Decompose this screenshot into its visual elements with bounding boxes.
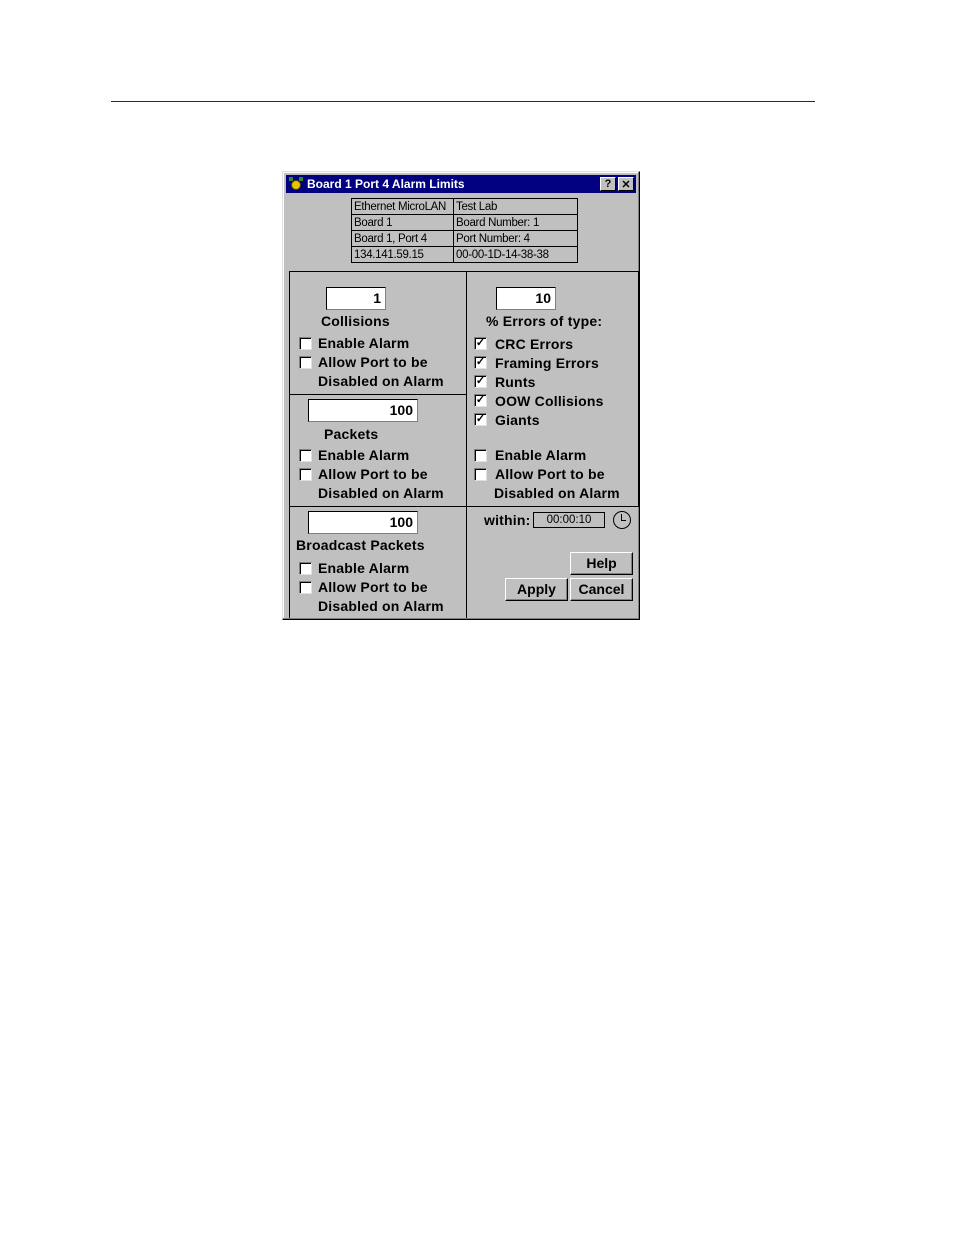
table-row: Ethernet MicroLAN Test Lab	[351, 198, 578, 215]
collisions-enable-alarm-label: Enable Alarm	[318, 335, 410, 351]
packets-threshold-input[interactable]: 100	[308, 399, 418, 422]
oow-collisions-label: OOW Collisions	[495, 393, 604, 409]
port-name: Board 1, Port 4	[351, 230, 454, 247]
runts-label: Runts	[495, 374, 536, 390]
page-header-rule	[111, 101, 815, 102]
board-number: Board Number: 1	[453, 214, 578, 231]
context-help-button[interactable]: ?	[600, 177, 616, 191]
packets-allow-disable-label-2: Disabled on Alarm	[318, 485, 444, 501]
broadcast-panel: 100 Broadcast Packets Enable Alarm Allow…	[289, 506, 467, 618]
collisions-allow-disable-label: Allow Port to be	[318, 354, 428, 370]
port-number: Port Number: 4	[453, 230, 578, 247]
packets-label: Packets	[324, 426, 379, 442]
broadcast-allow-disable-label-2: Disabled on Alarm	[318, 598, 444, 614]
collisions-panel: 1 Collisions Enable Alarm Allow Port to …	[289, 271, 467, 395]
device-type: Ethernet MicroLAN	[351, 198, 454, 215]
clock-icon[interactable]	[613, 511, 631, 529]
table-row: Board 1, Port 4 Port Number: 4	[351, 230, 578, 247]
crc-errors-checkbox[interactable]: ✓	[474, 337, 487, 350]
collisions-enable-alarm-checkbox[interactable]	[299, 337, 312, 350]
broadcast-label: Broadcast Packets	[296, 537, 425, 553]
runts-checkbox[interactable]: ✓	[474, 375, 487, 388]
within-label: within:	[484, 512, 531, 528]
broadcast-allow-disable-label: Allow Port to be	[318, 579, 428, 595]
ip-address: 134.141.59.15	[351, 246, 454, 263]
errors-allow-disable-label-2: Disabled on Alarm	[494, 485, 620, 501]
packets-panel: 100 Packets Enable Alarm Allow Port to b…	[289, 394, 467, 507]
giants-checkbox[interactable]: ✓	[474, 413, 487, 426]
oow-collisions-checkbox[interactable]: ✓	[474, 394, 487, 407]
collisions-allow-disable-checkbox[interactable]	[299, 356, 312, 369]
packets-allow-disable-checkbox[interactable]	[299, 468, 312, 481]
title-bar[interactable]: Board 1 Port 4 Alarm Limits ? ✕	[286, 175, 636, 193]
broadcast-enable-alarm-checkbox[interactable]	[299, 562, 312, 575]
help-button[interactable]: Help	[570, 552, 633, 575]
collisions-label: Collisions	[321, 313, 390, 329]
apply-button[interactable]: Apply	[505, 578, 568, 601]
framing-errors-label: Framing Errors	[495, 355, 599, 371]
errors-allow-disable-label: Allow Port to be	[495, 466, 605, 482]
device-info-table: Ethernet MicroLAN Test Lab Board 1 Board…	[351, 198, 578, 263]
framing-errors-checkbox[interactable]: ✓	[474, 356, 487, 369]
broadcast-threshold-input[interactable]: 100	[308, 511, 418, 534]
errors-enable-alarm-checkbox[interactable]	[474, 449, 487, 462]
giants-label: Giants	[495, 412, 540, 428]
errors-enable-alarm-label: Enable Alarm	[495, 447, 587, 463]
errors-label: % Errors of type:	[486, 313, 603, 329]
table-row: Board 1 Board Number: 1	[351, 214, 578, 231]
cancel-button[interactable]: Cancel	[570, 578, 633, 601]
errors-allow-disable-checkbox[interactable]	[474, 468, 487, 481]
errors-threshold-input[interactable]: 10	[496, 287, 556, 310]
packets-enable-alarm-checkbox[interactable]	[299, 449, 312, 462]
close-button[interactable]: ✕	[618, 177, 634, 191]
board-name: Board 1	[351, 214, 454, 231]
collisions-allow-disable-label-2: Disabled on Alarm	[318, 373, 444, 389]
broadcast-enable-alarm-label: Enable Alarm	[318, 560, 410, 576]
packets-enable-alarm-label: Enable Alarm	[318, 447, 410, 463]
device-location: Test Lab	[453, 198, 578, 215]
window-title: Board 1 Port 4 Alarm Limits	[307, 177, 465, 191]
actions-panel: within: 00:00:10 Help Apply Cancel	[466, 506, 639, 618]
crc-errors-label: CRC Errors	[495, 336, 574, 352]
alarm-limits-dialog: Board 1 Port 4 Alarm Limits ? ✕ Ethernet…	[282, 171, 640, 620]
mac-address: 00-00-1D-14-38-38	[453, 246, 578, 263]
table-row: 134.141.59.15 00-00-1D-14-38-38	[351, 246, 578, 263]
packets-allow-disable-label: Allow Port to be	[318, 466, 428, 482]
within-time-field[interactable]: 00:00:10	[533, 512, 605, 528]
app-icon	[289, 177, 303, 191]
collisions-threshold-input[interactable]: 1	[326, 287, 386, 310]
errors-panel: 10 % Errors of type: ✓ CRC Errors ✓ Fram…	[466, 271, 639, 507]
broadcast-allow-disable-checkbox[interactable]	[299, 581, 312, 594]
